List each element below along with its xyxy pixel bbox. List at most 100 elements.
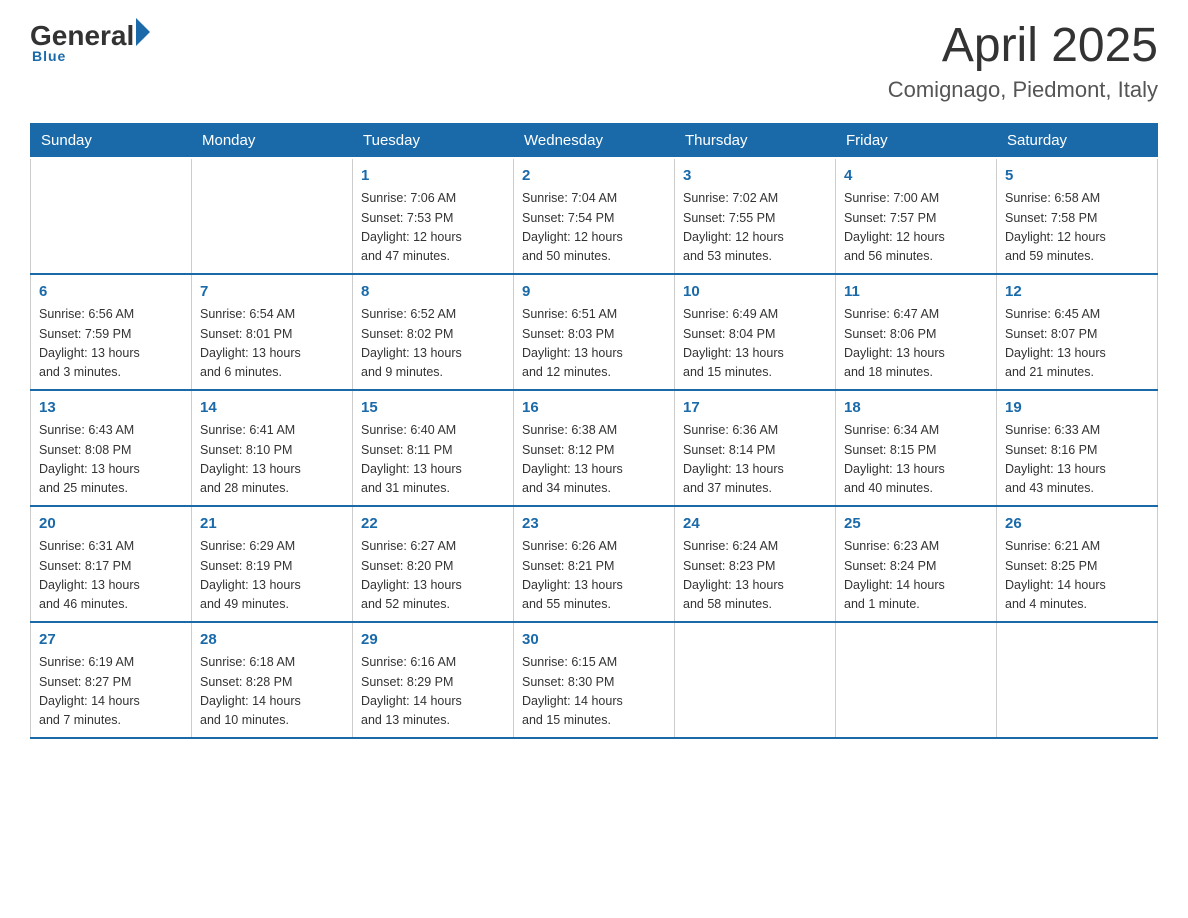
day-number: 4 — [844, 165, 988, 188]
calendar-cell: 3Sunrise: 7:02 AM Sunset: 7:55 PM Daylig… — [675, 158, 836, 274]
day-info: Sunrise: 6:29 AM Sunset: 8:19 PM Dayligh… — [200, 537, 344, 615]
day-number: 1 — [361, 165, 505, 188]
day-info: Sunrise: 6:49 AM Sunset: 8:04 PM Dayligh… — [683, 305, 827, 383]
calendar-cell — [31, 158, 192, 274]
calendar-cell: 29Sunrise: 6:16 AM Sunset: 8:29 PM Dayli… — [353, 622, 514, 738]
calendar-week-row: 27Sunrise: 6:19 AM Sunset: 8:27 PM Dayli… — [31, 622, 1158, 738]
day-info: Sunrise: 6:19 AM Sunset: 8:27 PM Dayligh… — [39, 653, 183, 731]
day-info: Sunrise: 7:02 AM Sunset: 7:55 PM Dayligh… — [683, 189, 827, 267]
calendar-week-row: 20Sunrise: 6:31 AM Sunset: 8:17 PM Dayli… — [31, 506, 1158, 622]
day-info: Sunrise: 7:06 AM Sunset: 7:53 PM Dayligh… — [361, 189, 505, 267]
day-info: Sunrise: 6:43 AM Sunset: 8:08 PM Dayligh… — [39, 421, 183, 499]
day-number: 15 — [361, 397, 505, 420]
calendar-day-header: Monday — [192, 123, 353, 158]
day-info: Sunrise: 6:38 AM Sunset: 8:12 PM Dayligh… — [522, 421, 666, 499]
calendar-day-header: Wednesday — [514, 123, 675, 158]
calendar-cell: 19Sunrise: 6:33 AM Sunset: 8:16 PM Dayli… — [997, 390, 1158, 506]
day-number: 21 — [200, 513, 344, 536]
day-info: Sunrise: 6:15 AM Sunset: 8:30 PM Dayligh… — [522, 653, 666, 731]
calendar-cell: 28Sunrise: 6:18 AM Sunset: 8:28 PM Dayli… — [192, 622, 353, 738]
day-info: Sunrise: 6:33 AM Sunset: 8:16 PM Dayligh… — [1005, 421, 1149, 499]
day-info: Sunrise: 6:26 AM Sunset: 8:21 PM Dayligh… — [522, 537, 666, 615]
day-info: Sunrise: 6:23 AM Sunset: 8:24 PM Dayligh… — [844, 537, 988, 615]
day-info: Sunrise: 6:56 AM Sunset: 7:59 PM Dayligh… — [39, 305, 183, 383]
calendar-cell: 13Sunrise: 6:43 AM Sunset: 8:08 PM Dayli… — [31, 390, 192, 506]
day-info: Sunrise: 6:34 AM Sunset: 8:15 PM Dayligh… — [844, 421, 988, 499]
day-info: Sunrise: 6:47 AM Sunset: 8:06 PM Dayligh… — [844, 305, 988, 383]
calendar-week-row: 13Sunrise: 6:43 AM Sunset: 8:08 PM Dayli… — [31, 390, 1158, 506]
logo-blue-text: Blue — [30, 48, 150, 64]
calendar-cell: 22Sunrise: 6:27 AM Sunset: 8:20 PM Dayli… — [353, 506, 514, 622]
day-number: 18 — [844, 397, 988, 420]
logo-arrow-icon — [136, 18, 150, 46]
day-number: 20 — [39, 513, 183, 536]
calendar-cell: 10Sunrise: 6:49 AM Sunset: 8:04 PM Dayli… — [675, 274, 836, 390]
month-year-title: April 2025 — [888, 20, 1158, 73]
day-number: 23 — [522, 513, 666, 536]
day-number: 25 — [844, 513, 988, 536]
day-number: 16 — [522, 397, 666, 420]
day-info: Sunrise: 6:45 AM Sunset: 8:07 PM Dayligh… — [1005, 305, 1149, 383]
calendar-cell: 5Sunrise: 6:58 AM Sunset: 7:58 PM Daylig… — [997, 158, 1158, 274]
calendar-cell: 2Sunrise: 7:04 AM Sunset: 7:54 PM Daylig… — [514, 158, 675, 274]
day-info: Sunrise: 6:16 AM Sunset: 8:29 PM Dayligh… — [361, 653, 505, 731]
calendar-cell — [192, 158, 353, 274]
day-info: Sunrise: 6:51 AM Sunset: 8:03 PM Dayligh… — [522, 305, 666, 383]
calendar-header-row: SundayMondayTuesdayWednesdayThursdayFrid… — [31, 123, 1158, 158]
calendar-cell: 20Sunrise: 6:31 AM Sunset: 8:17 PM Dayli… — [31, 506, 192, 622]
day-number: 7 — [200, 281, 344, 304]
day-number: 12 — [1005, 281, 1149, 304]
calendar-table: SundayMondayTuesdayWednesdayThursdayFrid… — [30, 123, 1158, 739]
title-area: April 2025 Comignago, Piedmont, Italy — [888, 20, 1158, 103]
calendar-day-header: Tuesday — [353, 123, 514, 158]
calendar-cell: 30Sunrise: 6:15 AM Sunset: 8:30 PM Dayli… — [514, 622, 675, 738]
day-info: Sunrise: 6:36 AM Sunset: 8:14 PM Dayligh… — [683, 421, 827, 499]
calendar-cell: 9Sunrise: 6:51 AM Sunset: 8:03 PM Daylig… — [514, 274, 675, 390]
day-info: Sunrise: 6:24 AM Sunset: 8:23 PM Dayligh… — [683, 537, 827, 615]
location-subtitle: Comignago, Piedmont, Italy — [888, 77, 1158, 103]
day-info: Sunrise: 6:52 AM Sunset: 8:02 PM Dayligh… — [361, 305, 505, 383]
day-number: 8 — [361, 281, 505, 304]
day-info: Sunrise: 6:21 AM Sunset: 8:25 PM Dayligh… — [1005, 537, 1149, 615]
day-number: 29 — [361, 629, 505, 652]
day-info: Sunrise: 6:40 AM Sunset: 8:11 PM Dayligh… — [361, 421, 505, 499]
calendar-cell: 25Sunrise: 6:23 AM Sunset: 8:24 PM Dayli… — [836, 506, 997, 622]
day-info: Sunrise: 6:18 AM Sunset: 8:28 PM Dayligh… — [200, 653, 344, 731]
calendar-cell: 15Sunrise: 6:40 AM Sunset: 8:11 PM Dayli… — [353, 390, 514, 506]
calendar-cell: 11Sunrise: 6:47 AM Sunset: 8:06 PM Dayli… — [836, 274, 997, 390]
day-info: Sunrise: 7:00 AM Sunset: 7:57 PM Dayligh… — [844, 189, 988, 267]
calendar-cell: 17Sunrise: 6:36 AM Sunset: 8:14 PM Dayli… — [675, 390, 836, 506]
day-number: 14 — [200, 397, 344, 420]
calendar-cell: 12Sunrise: 6:45 AM Sunset: 8:07 PM Dayli… — [997, 274, 1158, 390]
calendar-cell: 27Sunrise: 6:19 AM Sunset: 8:27 PM Dayli… — [31, 622, 192, 738]
day-info: Sunrise: 6:31 AM Sunset: 8:17 PM Dayligh… — [39, 537, 183, 615]
calendar-week-row: 6Sunrise: 6:56 AM Sunset: 7:59 PM Daylig… — [31, 274, 1158, 390]
day-number: 19 — [1005, 397, 1149, 420]
calendar-cell — [836, 622, 997, 738]
day-info: Sunrise: 6:41 AM Sunset: 8:10 PM Dayligh… — [200, 421, 344, 499]
day-number: 28 — [200, 629, 344, 652]
calendar-day-header: Saturday — [997, 123, 1158, 158]
day-number: 3 — [683, 165, 827, 188]
day-number: 13 — [39, 397, 183, 420]
day-info: Sunrise: 6:54 AM Sunset: 8:01 PM Dayligh… — [200, 305, 344, 383]
day-number: 2 — [522, 165, 666, 188]
day-info: Sunrise: 7:04 AM Sunset: 7:54 PM Dayligh… — [522, 189, 666, 267]
day-number: 30 — [522, 629, 666, 652]
page-header: General Blue April 2025 Comignago, Piedm… — [30, 20, 1158, 103]
day-number: 11 — [844, 281, 988, 304]
calendar-cell: 26Sunrise: 6:21 AM Sunset: 8:25 PM Dayli… — [997, 506, 1158, 622]
day-number: 5 — [1005, 165, 1149, 188]
calendar-cell: 7Sunrise: 6:54 AM Sunset: 8:01 PM Daylig… — [192, 274, 353, 390]
day-number: 22 — [361, 513, 505, 536]
day-number: 10 — [683, 281, 827, 304]
calendar-cell: 21Sunrise: 6:29 AM Sunset: 8:19 PM Dayli… — [192, 506, 353, 622]
calendar-cell: 18Sunrise: 6:34 AM Sunset: 8:15 PM Dayli… — [836, 390, 997, 506]
logo: General Blue — [30, 20, 150, 64]
calendar-cell: 6Sunrise: 6:56 AM Sunset: 7:59 PM Daylig… — [31, 274, 192, 390]
calendar-cell: 24Sunrise: 6:24 AM Sunset: 8:23 PM Dayli… — [675, 506, 836, 622]
day-number: 9 — [522, 281, 666, 304]
day-number: 27 — [39, 629, 183, 652]
calendar-cell: 14Sunrise: 6:41 AM Sunset: 8:10 PM Dayli… — [192, 390, 353, 506]
day-number: 24 — [683, 513, 827, 536]
